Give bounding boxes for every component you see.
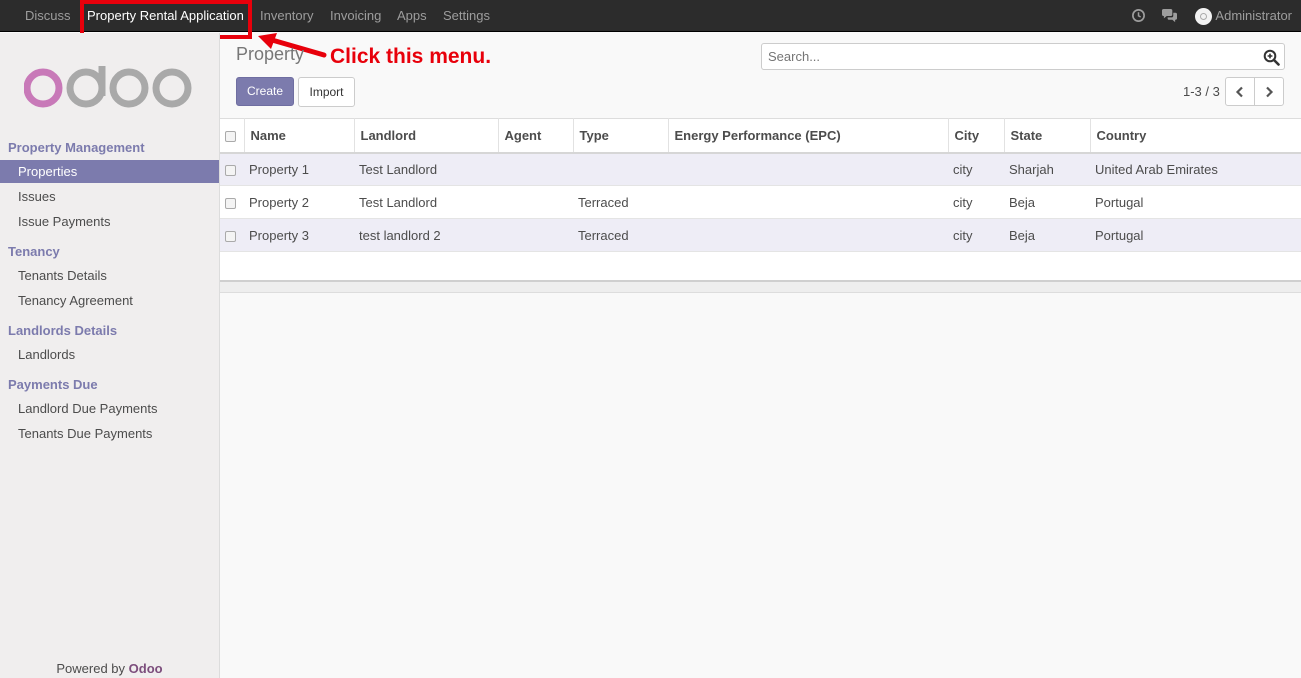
list-view: Name Landlord Agent Type Energy Performa… [220, 118, 1301, 293]
select-all-header [220, 118, 245, 154]
cell-state[interactable]: Beja [1004, 218, 1090, 252]
select-all-checkbox[interactable] [225, 130, 236, 142]
cell-landlord[interactable]: Test Landlord [354, 185, 498, 219]
breadcrumb: Property [236, 44, 305, 64]
cell-type[interactable]: Terraced [573, 185, 668, 219]
row-checkbox[interactable] [225, 230, 236, 242]
cell-name[interactable]: Property 2 [244, 185, 354, 219]
cell-name[interactable]: Property 3 [244, 218, 354, 252]
column-header-agent[interactable]: Agent [498, 118, 574, 154]
table-footer [220, 280, 1301, 293]
menu-invoicing[interactable]: Invoicing [330, 0, 381, 32]
menu-settings[interactable]: Settings [443, 0, 490, 32]
powered-by: Powered by Odoo [0, 661, 219, 676]
pager-next-button[interactable] [1254, 77, 1284, 106]
column-header-state[interactable]: State [1004, 118, 1091, 154]
import-button[interactable]: Import [298, 77, 355, 107]
sidebar-item-tenants-due-payments[interactable]: Tenants Due Payments [18, 426, 152, 441]
menu-apps[interactable]: Apps [397, 0, 427, 32]
cell-landlord[interactable]: test landlord 2 [354, 218, 498, 252]
section-landlords-details: Landlords Details [8, 323, 118, 338]
table-row[interactable]: Property 3 test landlord 2 Terraced city… [220, 218, 1301, 252]
chat-icon[interactable] [1161, 8, 1177, 24]
odoo-logo [24, 66, 192, 108]
cell-city[interactable]: city [948, 185, 1004, 219]
cell-agent[interactable] [498, 218, 573, 252]
sidebar-item-issue-payments[interactable]: Issue Payments [18, 214, 111, 229]
cell-city[interactable]: city [948, 218, 1004, 252]
pager-value[interactable]: 1-3 / 3 [1183, 84, 1220, 99]
row-checkbox[interactable] [225, 197, 236, 209]
column-header-landlord[interactable]: Landlord [354, 118, 499, 154]
column-header-name[interactable]: Name [244, 118, 355, 154]
menu-discuss[interactable]: Discuss [25, 0, 71, 32]
sidebar-item-tenants-details[interactable]: Tenants Details [18, 268, 107, 283]
column-header-epc[interactable]: Energy Performance (EPC) [668, 118, 949, 154]
cell-epc[interactable] [668, 185, 948, 219]
cell-name[interactable]: Property 1 [244, 152, 354, 186]
sidebar-item-landlord-due-payments[interactable]: Landlord Due Payments [18, 401, 157, 416]
cell-country[interactable]: Portugal [1090, 218, 1301, 252]
sidebar-item-properties[interactable]: Properties [0, 160, 219, 183]
table-header-row: Name Landlord Agent Type Energy Performa… [220, 118, 1301, 154]
search-input[interactable] [761, 43, 1285, 70]
powered-prefix: Powered by [56, 661, 126, 676]
row-select-cell [220, 218, 244, 252]
row-checkbox[interactable] [225, 164, 236, 176]
cell-country[interactable]: United Arab Emirates [1090, 152, 1301, 186]
cell-state[interactable]: Sharjah [1004, 152, 1090, 186]
cell-landlord[interactable]: Test Landlord [354, 152, 498, 186]
sidebar: Property Management Properties Issues Is… [0, 33, 220, 678]
row-select-cell [220, 152, 244, 186]
section-property-management: Property Management [8, 140, 145, 155]
cell-epc[interactable] [668, 218, 948, 252]
section-payments-due: Payments Due [8, 377, 98, 392]
section-tenancy: Tenancy [8, 244, 60, 259]
create-button[interactable]: Create [236, 77, 294, 106]
chevron-right-icon [1266, 87, 1274, 98]
pager-previous-button[interactable] [1225, 77, 1255, 106]
cell-country[interactable]: Portugal [1090, 185, 1301, 219]
menu-inventory[interactable]: Inventory [260, 0, 313, 32]
cell-agent[interactable] [498, 185, 573, 219]
column-header-type[interactable]: Type [573, 118, 669, 154]
cell-state[interactable]: Beja [1004, 185, 1090, 219]
chevron-left-icon [1235, 87, 1243, 98]
column-header-country[interactable]: Country [1090, 118, 1301, 154]
search-icon[interactable] [1263, 49, 1280, 66]
clock-icon[interactable] [1131, 8, 1147, 24]
cell-type[interactable]: Terraced [573, 218, 668, 252]
property-table: Name Landlord Agent Type Energy Performa… [220, 118, 1301, 252]
table-row[interactable]: Property 1 Test Landlord city Sharjah Un… [220, 152, 1301, 186]
cell-epc[interactable] [668, 152, 948, 186]
table-row[interactable]: Property 2 Test Landlord Terraced city B… [220, 185, 1301, 219]
sidebar-item-landlords[interactable]: Landlords [18, 347, 75, 362]
powered-brand-link[interactable]: Odoo [129, 661, 163, 676]
cell-agent[interactable] [498, 152, 573, 186]
column-header-city[interactable]: City [948, 118, 1005, 154]
cell-city[interactable]: city [948, 152, 1004, 186]
cell-type[interactable] [573, 152, 668, 186]
user-avatar[interactable] [1195, 8, 1212, 25]
annotation-callout: Click this menu. [330, 45, 492, 68]
sidebar-item-issues[interactable]: Issues [18, 189, 56, 204]
row-select-cell [220, 185, 244, 219]
sidebar-item-tenancy-agreement[interactable]: Tenancy Agreement [18, 293, 133, 308]
user-menu[interactable]: Administrator [1215, 0, 1292, 32]
